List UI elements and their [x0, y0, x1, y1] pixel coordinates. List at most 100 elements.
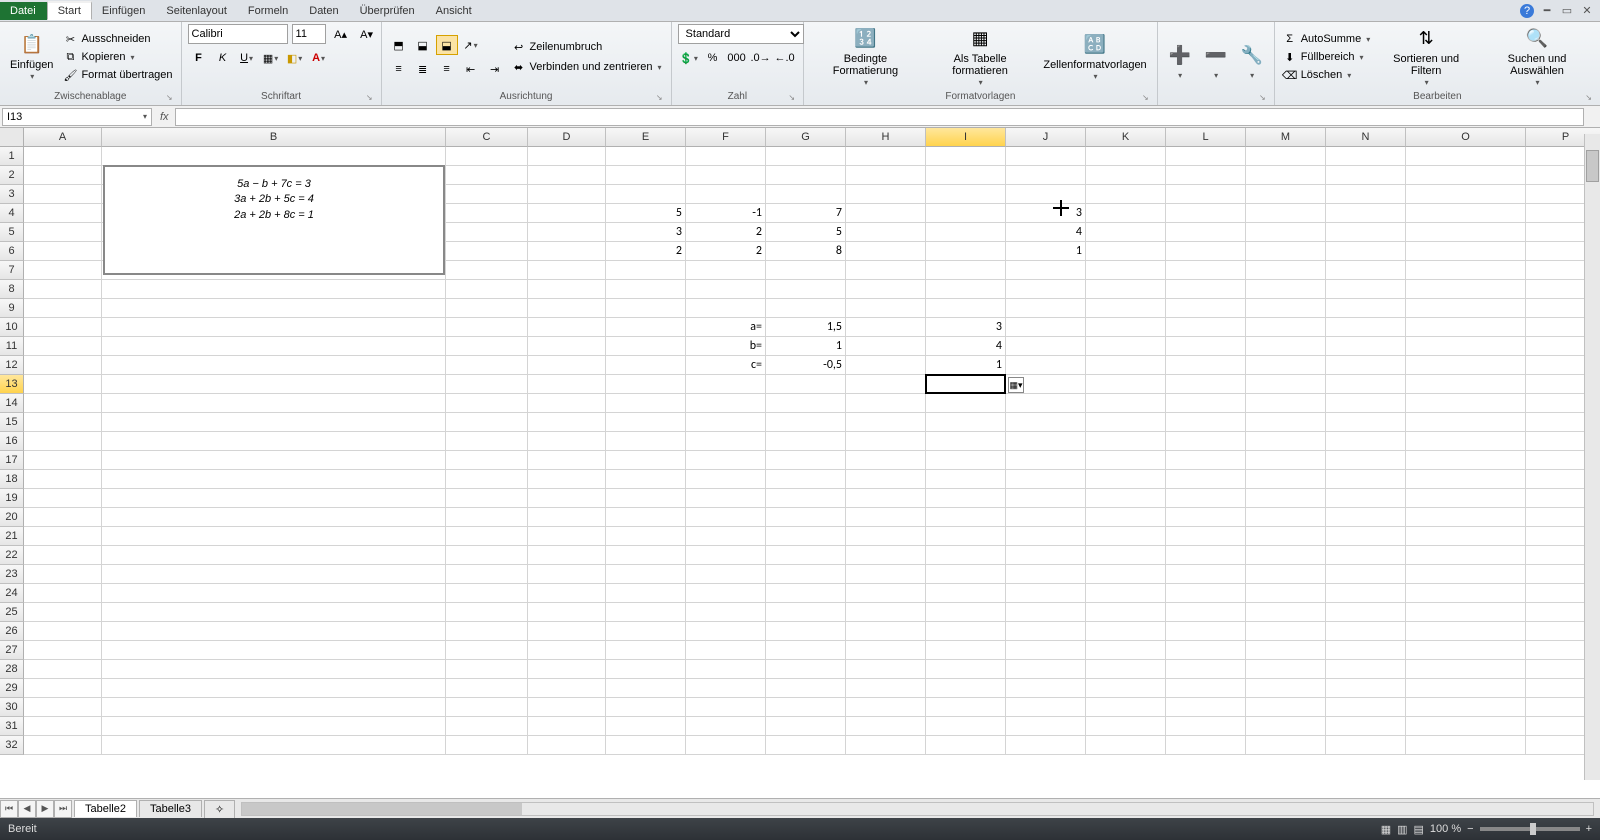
- cell-O9[interactable]: [1406, 299, 1526, 318]
- row-header-16[interactable]: 16: [0, 432, 24, 451]
- cell-O7[interactable]: [1406, 261, 1526, 280]
- help-icon[interactable]: ?: [1520, 4, 1534, 18]
- cell-K23[interactable]: [1086, 565, 1166, 584]
- cell-M30[interactable]: [1246, 698, 1326, 717]
- cell-I2[interactable]: [926, 166, 1006, 185]
- cell-H20[interactable]: [846, 508, 926, 527]
- cell-I10[interactable]: 3: [926, 318, 1006, 337]
- cell-A4[interactable]: [24, 204, 102, 223]
- cell-I9[interactable]: [926, 299, 1006, 318]
- minimize-icon[interactable]: ━: [1540, 4, 1554, 18]
- cell-B25[interactable]: [102, 603, 446, 622]
- sheet-tab-tabelle2[interactable]: Tabelle2: [74, 800, 137, 817]
- maximize-icon[interactable]: ▭: [1560, 4, 1574, 18]
- cell-D23[interactable]: [528, 565, 606, 584]
- cell-N16[interactable]: [1326, 432, 1406, 451]
- cell-D1[interactable]: [528, 147, 606, 166]
- cell-F2[interactable]: [686, 166, 766, 185]
- row-header-32[interactable]: 32: [0, 736, 24, 755]
- cell-J23[interactable]: [1006, 565, 1086, 584]
- cell-D5[interactable]: [528, 223, 606, 242]
- column-header-C[interactable]: C: [446, 128, 528, 147]
- currency-icon[interactable]: 💲▾: [678, 48, 700, 68]
- cell-C19[interactable]: [446, 489, 528, 508]
- cell-E12[interactable]: [606, 356, 686, 375]
- cell-A21[interactable]: [24, 527, 102, 546]
- cell-K16[interactable]: [1086, 432, 1166, 451]
- cell-I14[interactable]: [926, 394, 1006, 413]
- cell-I1[interactable]: [926, 147, 1006, 166]
- row-header-24[interactable]: 24: [0, 584, 24, 603]
- cell-D2[interactable]: [528, 166, 606, 185]
- cell-F12[interactable]: c=: [686, 356, 766, 375]
- cell-I17[interactable]: [926, 451, 1006, 470]
- cell-F13[interactable]: [686, 375, 766, 394]
- cell-I26[interactable]: [926, 622, 1006, 641]
- cell-D28[interactable]: [528, 660, 606, 679]
- cell-N23[interactable]: [1326, 565, 1406, 584]
- cell-M3[interactable]: [1246, 185, 1326, 204]
- cell-N3[interactable]: [1326, 185, 1406, 204]
- cell-O2[interactable]: [1406, 166, 1526, 185]
- new-sheet-button[interactable]: ✧: [204, 800, 235, 818]
- cell-J20[interactable]: [1006, 508, 1086, 527]
- cell-L13[interactable]: [1166, 375, 1246, 394]
- cell-O1[interactable]: [1406, 147, 1526, 166]
- cell-H22[interactable]: [846, 546, 926, 565]
- cell-M19[interactable]: [1246, 489, 1326, 508]
- zoom-value[interactable]: 100 %: [1430, 823, 1461, 835]
- cell-E5[interactable]: 3: [606, 223, 686, 242]
- cell-B28[interactable]: [102, 660, 446, 679]
- cell-L4[interactable]: [1166, 204, 1246, 223]
- cell-M25[interactable]: [1246, 603, 1326, 622]
- cell-O4[interactable]: [1406, 204, 1526, 223]
- cell-N27[interactable]: [1326, 641, 1406, 660]
- cell-D15[interactable]: [528, 413, 606, 432]
- row-header-7[interactable]: 7: [0, 261, 24, 280]
- cell-H32[interactable]: [846, 736, 926, 755]
- cell-D21[interactable]: [528, 527, 606, 546]
- sheet-nav-first-icon[interactable]: ⏮: [0, 800, 18, 818]
- cell-E15[interactable]: [606, 413, 686, 432]
- cell-J5[interactable]: 4: [1006, 223, 1086, 242]
- cell-M17[interactable]: [1246, 451, 1326, 470]
- cell-K26[interactable]: [1086, 622, 1166, 641]
- cell-E30[interactable]: [606, 698, 686, 717]
- cell-E7[interactable]: [606, 261, 686, 280]
- cell-M21[interactable]: [1246, 527, 1326, 546]
- cell-J16[interactable]: [1006, 432, 1086, 451]
- cell-I6[interactable]: [926, 242, 1006, 261]
- cell-N15[interactable]: [1326, 413, 1406, 432]
- cell-A8[interactable]: [24, 280, 102, 299]
- row-header-22[interactable]: 22: [0, 546, 24, 565]
- cell-E25[interactable]: [606, 603, 686, 622]
- cell-J7[interactable]: [1006, 261, 1086, 280]
- cell-C26[interactable]: [446, 622, 528, 641]
- cell-D10[interactable]: [528, 318, 606, 337]
- cell-M18[interactable]: [1246, 470, 1326, 489]
- sheet-nav-next-icon[interactable]: ▶: [36, 800, 54, 818]
- cell-I12[interactable]: 1: [926, 356, 1006, 375]
- cell-D20[interactable]: [528, 508, 606, 527]
- cell-D29[interactable]: [528, 679, 606, 698]
- cell-J26[interactable]: [1006, 622, 1086, 641]
- cell-M31[interactable]: [1246, 717, 1326, 736]
- cell-E8[interactable]: [606, 280, 686, 299]
- cell-A23[interactable]: [24, 565, 102, 584]
- cell-B12[interactable]: [102, 356, 446, 375]
- cell-J14[interactable]: [1006, 394, 1086, 413]
- cell-C23[interactable]: [446, 565, 528, 584]
- column-header-L[interactable]: L: [1166, 128, 1246, 147]
- cell-K18[interactable]: [1086, 470, 1166, 489]
- cell-I21[interactable]: [926, 527, 1006, 546]
- cell-C22[interactable]: [446, 546, 528, 565]
- font-family-combo[interactable]: [188, 24, 288, 44]
- select-all-corner[interactable]: [0, 128, 24, 147]
- sort-filter-button[interactable]: ⇅Sortieren und Filtern▾: [1376, 25, 1476, 90]
- cell-I28[interactable]: [926, 660, 1006, 679]
- cell-D11[interactable]: [528, 337, 606, 356]
- cell-A26[interactable]: [24, 622, 102, 641]
- cell-J4[interactable]: 3: [1006, 204, 1086, 223]
- cell-H28[interactable]: [846, 660, 926, 679]
- decrease-decimal-icon[interactable]: ←.0: [774, 48, 796, 68]
